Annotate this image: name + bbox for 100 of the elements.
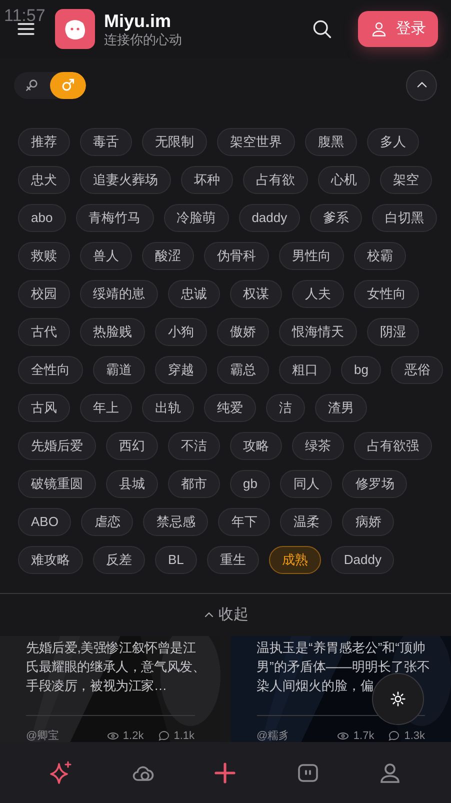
tag-chip[interactable]: 占有欲强 — [354, 432, 432, 460]
tag-chip[interactable]: 忠犬 — [18, 166, 70, 194]
tag-chip[interactable]: 绥靖的崽 — [80, 280, 158, 308]
login-button[interactable]: 登录 — [358, 11, 438, 47]
tag-chip[interactable]: 修罗场 — [342, 470, 408, 498]
tag-chip[interactable]: 架空 — [380, 166, 432, 194]
tag-chip[interactable]: 多人 — [367, 128, 419, 156]
female-icon — [24, 77, 40, 93]
tag-chip[interactable]: 架空世界 — [217, 128, 295, 156]
story-description: 先婚后爱,美强惨江叙怀曾是江氏最耀眼的继承人，意气风发、手段凌厉，被视为江家… — [26, 639, 206, 695]
plus-icon[interactable] — [213, 760, 238, 784]
tag-chip[interactable]: 年上 — [80, 394, 132, 422]
tag-chip[interactable]: BL — [155, 546, 197, 574]
tag-chip[interactable]: 心机 — [318, 166, 370, 194]
tag-chip[interactable]: 霸道 — [93, 356, 145, 384]
tag-chip[interactable]: 先婚后爱 — [18, 432, 96, 460]
tag-chip[interactable]: 反差 — [93, 546, 145, 574]
tag-chip[interactable]: 权谋 — [230, 280, 282, 308]
tag-chip[interactable]: 推荐 — [18, 128, 70, 156]
tag-chip[interactable]: 占有欲 — [243, 166, 308, 194]
status-time: 11:57 — [4, 5, 46, 27]
tag-chip[interactable]: 男性向 — [279, 242, 344, 270]
search-icon[interactable] — [311, 18, 333, 40]
comment-count: 1.3k — [404, 729, 425, 742]
tag-chip[interactable]: 洁 — [266, 394, 305, 422]
tag-chip[interactable]: 同人 — [280, 470, 332, 498]
tag-chip[interactable]: 腹黑 — [305, 128, 357, 156]
eye-icon — [337, 730, 350, 742]
tag-chip[interactable]: 青梅竹马 — [76, 204, 154, 232]
tag-chip[interactable]: 恨海情天 — [279, 318, 357, 346]
tag-chip[interactable]: 忠诚 — [168, 280, 220, 308]
tag-chip[interactable]: 爹系 — [310, 204, 362, 232]
tag-chip[interactable]: Daddy — [330, 546, 394, 574]
tag-chip[interactable]: 校园 — [18, 280, 70, 308]
tag-chip[interactable]: 恶俗 — [391, 356, 444, 384]
app-title: Miyu.im — [104, 10, 172, 32]
author-name: @糯豸 — [256, 729, 291, 742]
tag-chip[interactable]: 渣男 — [315, 394, 367, 422]
tag-chip[interactable]: 绿茶 — [292, 432, 344, 460]
tag-chip[interactable]: 县城 — [106, 470, 158, 498]
sun-icon — [390, 691, 406, 707]
tag-chip[interactable]: 破镜重圆 — [18, 470, 96, 498]
tag-chip[interactable]: 傲娇 — [217, 318, 269, 346]
sparkle-icon[interactable] — [49, 760, 74, 784]
tag-chip[interactable]: 不洁 — [168, 432, 220, 460]
tag-chip[interactable]: 坏种 — [181, 166, 233, 194]
tag-chip[interactable]: 禁忌感 — [143, 508, 208, 536]
tag-chip[interactable]: 古代 — [18, 318, 70, 346]
tag-chip[interactable]: 伪骨科 — [204, 242, 269, 270]
tag-chip[interactable]: gb — [230, 470, 270, 498]
eye-icon — [106, 730, 119, 742]
tag-chip[interactable]: 人夫 — [292, 280, 344, 308]
tag-chip[interactable]: abo — [18, 204, 66, 232]
tag-chip[interactable]: 酸涩 — [142, 242, 194, 270]
tag-chip[interactable]: 全性向 — [18, 356, 83, 384]
tag-chip[interactable]: 穿越 — [155, 356, 207, 384]
tag-chip[interactable]: 西幻 — [106, 432, 158, 460]
person-icon[interactable] — [378, 760, 402, 784]
comment-count: 1.1k — [174, 729, 194, 742]
tag-chip[interactable]: 小狗 — [155, 318, 207, 346]
tag-chip[interactable]: 校霸 — [354, 242, 406, 270]
tag-chip[interactable]: daddy — [238, 204, 300, 232]
tag-chip[interactable]: 难攻略 — [18, 546, 83, 574]
tag-chip[interactable]: 纯爱 — [204, 394, 256, 422]
tag-chip[interactable]: 古风 — [18, 394, 70, 422]
story-card[interactable]: 温执玉是“养胃感老公”和“顶帅男”的矛盾体——明明长了张不染人间烟火的脸，偏 @糯豸 1.7k 1.3k — [230, 636, 451, 742]
view-count: 1.2k — [122, 729, 144, 742]
male-icon — [60, 77, 76, 93]
tag-chip[interactable]: 虐恋 — [81, 508, 134, 536]
app-logo — [55, 9, 95, 49]
story-card[interactable]: 先婚后爱,美强惨江叙怀曾是江氏最耀眼的继承人，意气风发、手段凌厉，被视为江家… @卿宝 1.2k 1.1k — [0, 636, 220, 742]
tag-chip[interactable]: 女性向 — [354, 280, 419, 308]
collapse-button[interactable]: 收起 — [202, 604, 248, 626]
app-slogan: 连接你的心动 — [104, 32, 182, 48]
tag-chip[interactable]: 阴湿 — [367, 318, 419, 346]
tag-chip[interactable]: 白切黑 — [372, 204, 438, 232]
person-icon — [370, 20, 388, 38]
tag-chip[interactable]: ABO — [18, 508, 72, 536]
tag-chip[interactable]: 都市 — [168, 470, 220, 498]
tag-chip[interactable]: bg — [341, 356, 382, 384]
comment-icon — [158, 730, 170, 742]
tag-chip[interactable]: 热脸贱 — [80, 318, 145, 346]
tag-chip[interactable]: 追妻火葬场 — [80, 166, 171, 194]
author-name: @卿宝 — [26, 728, 60, 742]
tag-chip[interactable]: 救赎 — [18, 242, 70, 270]
tag-chip[interactable]: 攻略 — [230, 432, 282, 460]
tag-chip[interactable]: 病娇 — [342, 508, 394, 536]
tag-chip[interactable]: 成熟 — [268, 546, 321, 574]
tag-chip[interactable]: 无限制 — [142, 128, 207, 156]
comment-icon — [388, 730, 400, 742]
tag-chip[interactable]: 年下 — [218, 508, 270, 536]
gender-option[interactable] — [50, 72, 86, 98]
tag-chip[interactable]: 温柔 — [280, 508, 332, 536]
tag-chip[interactable]: 霸总 — [217, 356, 269, 384]
tag-chip[interactable]: 重生 — [206, 546, 259, 574]
tag-chip[interactable]: 出轨 — [142, 394, 194, 422]
tag-chip[interactable]: 粗口 — [279, 356, 331, 384]
tag-chip[interactable]: 兽人 — [80, 242, 132, 270]
tag-chip[interactable]: 毒舌 — [80, 128, 132, 156]
tag-chip[interactable]: 冷脸萌 — [164, 204, 229, 232]
